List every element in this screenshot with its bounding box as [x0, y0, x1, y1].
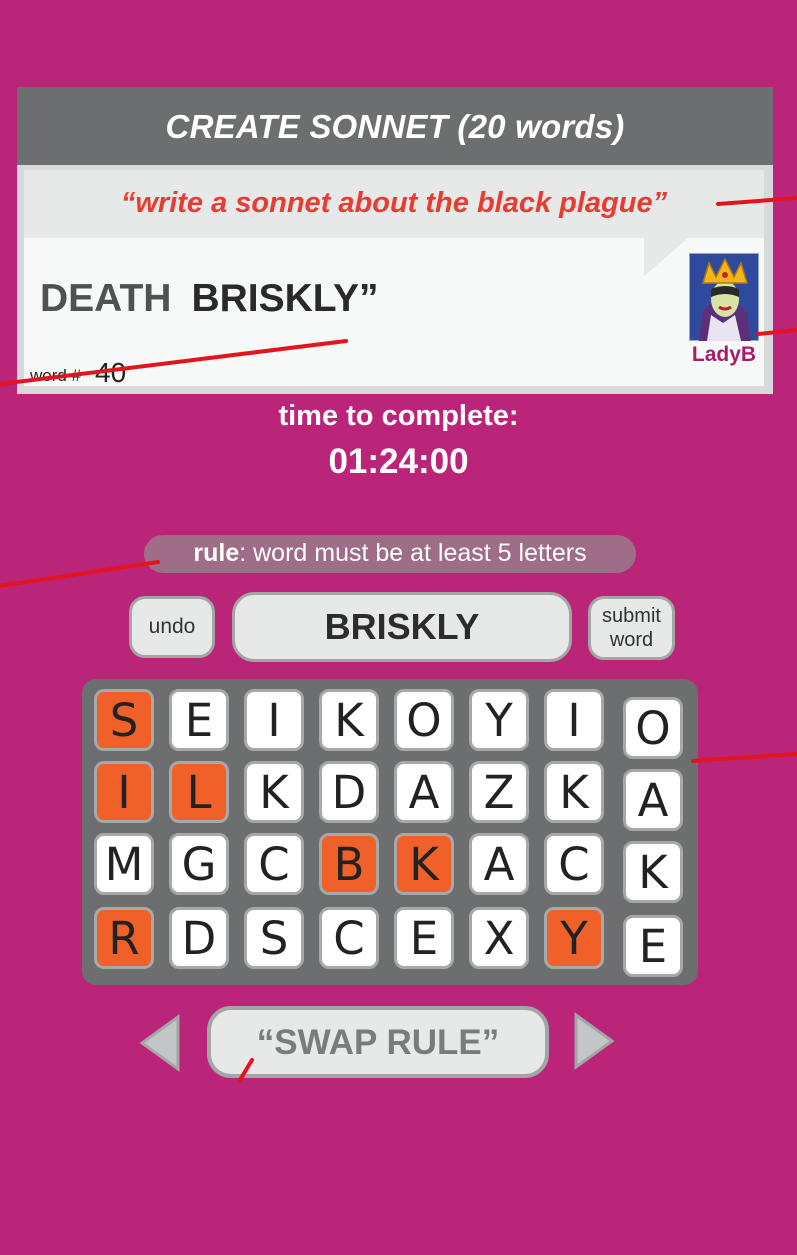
sonnet-word-latest: BRISKLY” — [191, 277, 379, 320]
letter-tile[interactable]: C — [319, 907, 379, 969]
letter-tile[interactable]: E — [169, 689, 229, 751]
letter-tile[interactable]: C — [244, 833, 304, 895]
letter-tile[interactable]: B — [319, 833, 379, 895]
word-count-label: word # — [30, 366, 82, 385]
letter-tile[interactable]: I — [544, 689, 604, 751]
letter-tile[interactable]: E — [623, 915, 683, 977]
timer-value: 01:24:00 — [328, 442, 469, 481]
rule-description: : word must be at least 5 letters — [239, 539, 587, 567]
letter-tile[interactable]: K — [244, 761, 304, 823]
arrow-left-icon[interactable] — [138, 1014, 182, 1072]
prompt-text: “write a sonnet about the black plague” — [120, 187, 668, 219]
letter-tile[interactable]: S — [244, 907, 304, 969]
letter-tile[interactable]: K — [394, 833, 454, 895]
letter-tile[interactable]: Y — [544, 907, 604, 969]
letter-tile[interactable]: C — [544, 833, 604, 895]
letter-tile[interactable]: K — [544, 761, 604, 823]
letter-tile[interactable]: K — [319, 689, 379, 751]
letter-tile[interactable]: A — [394, 761, 454, 823]
current-word-display: BRISKLY — [232, 592, 572, 662]
letter-tile[interactable]: M — [94, 833, 154, 895]
letter-tile[interactable]: G — [169, 833, 229, 895]
letter-tile[interactable]: D — [169, 907, 229, 969]
letter-tile[interactable]: Y — [469, 689, 529, 751]
rule-text: rule: word must be at least 5 letters — [144, 539, 636, 568]
sonnet-words: DEATH BRISKLY” — [40, 277, 379, 321]
undo-button[interactable]: undo — [129, 596, 215, 658]
sonnet-word: DEATH — [40, 277, 172, 320]
letter-tile[interactable]: X — [469, 907, 529, 969]
submit-label-line1: submit — [602, 605, 661, 627]
letter-tile[interactable]: L — [169, 761, 229, 823]
timer-label: time to complete: — [278, 400, 519, 432]
letter-tile[interactable]: O — [623, 697, 683, 759]
letter-tile[interactable]: K — [623, 841, 683, 903]
word-count-value: 40 — [95, 357, 127, 388]
letter-tile[interactable]: O — [394, 689, 454, 751]
letter-tile[interactable]: I — [244, 689, 304, 751]
page-title: CREATE SONNET (20 words) — [165, 108, 625, 145]
letter-tile[interactable]: D — [319, 761, 379, 823]
letter-grid: SEIKOYIOILKDAZKAMGCBKACKRDSCEXYE — [82, 679, 698, 985]
swap-rule-label: “SWAP RULE” — [256, 1023, 500, 1062]
letter-tile[interactable]: R — [94, 907, 154, 969]
letter-tile[interactable]: A — [623, 769, 683, 831]
evil-queen-avatar[interactable] — [689, 253, 759, 341]
submit-label-line2: word — [609, 629, 654, 651]
letter-tile[interactable]: Z — [469, 761, 529, 823]
letter-tile[interactable]: A — [469, 833, 529, 895]
arrow-right-icon[interactable] — [572, 1012, 616, 1070]
letter-tile[interactable]: S — [94, 689, 154, 751]
avatar-name: LadyB — [691, 343, 757, 366]
letter-tile[interactable]: I — [94, 761, 154, 823]
submit-word-button[interactable]: submit word — [588, 596, 675, 660]
rule-prefix: rule — [193, 539, 240, 567]
bubble-tail — [644, 238, 688, 276]
letter-tile[interactable]: E — [394, 907, 454, 969]
